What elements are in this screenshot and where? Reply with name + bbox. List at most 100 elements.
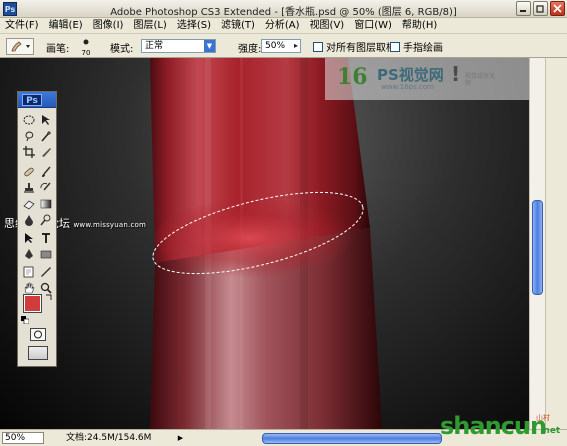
healing-brush-tool[interactable] (21, 164, 36, 179)
dodge-tool[interactable] (38, 212, 53, 227)
status-menu-arrow-icon[interactable]: ▶ (176, 432, 185, 444)
finger-painting-checkbox[interactable]: 手指绘画 (390, 39, 443, 54)
gradient-tool[interactable] (38, 196, 53, 211)
options-bar: 画笔: 70 模式: 正常 ▼ 强度: 50% ▸ 对所有图层取样 手指绘画 (0, 34, 567, 58)
menu-file[interactable]: 文件(F) (0, 18, 44, 34)
eyedropper-tool[interactable] (38, 264, 53, 279)
menu-layer[interactable]: 图层(L) (128, 18, 171, 34)
menu-image[interactable]: 图像(I) (88, 18, 129, 34)
document-size-info[interactable]: 文档:24.5M/154.6M (66, 433, 151, 444)
menu-analysis[interactable]: 分析(A) (260, 18, 305, 34)
mode-select[interactable]: 正常 ▼ (141, 39, 216, 53)
vertical-scroll-thumb[interactable] (532, 200, 543, 295)
ellipse-marquee-icon (23, 115, 34, 124)
menu-edit[interactable]: 编辑(E) (44, 18, 88, 34)
restore-button[interactable] (533, 1, 548, 16)
pen-tool[interactable] (21, 246, 36, 261)
shancun-logo-tag: 山村 (536, 414, 550, 422)
ps-logo: Ps (22, 94, 42, 106)
horizontal-scroll-thumb[interactable] (262, 433, 442, 444)
zoom-level-field[interactable]: 50% (2, 432, 44, 444)
smudge-finger-icon (11, 41, 30, 52)
dodge-icon (39, 214, 50, 225)
note-icon (23, 266, 33, 277)
document-canvas[interactable]: 16 PS视觉网 www.16ps.com ! 视觉成就无限 思缘设计论坛 ww… (0, 58, 529, 429)
eyedropper-icon (40, 266, 51, 277)
path-selection-tool[interactable] (21, 230, 36, 245)
brush-tool[interactable] (38, 164, 53, 179)
notes-tool[interactable] (21, 264, 36, 279)
magic-wand-icon (40, 130, 51, 141)
rectangle-shape-icon (40, 250, 51, 258)
strength-label: 强度: (238, 44, 262, 55)
slice-knife-icon (41, 147, 51, 157)
chevron-right-icon[interactable]: ▸ (294, 40, 298, 52)
checkbox-box[interactable] (390, 41, 400, 52)
menu-help[interactable]: 帮助(H) (397, 18, 442, 34)
gradient-icon (40, 199, 51, 208)
menu-window[interactable]: 窗口(W) (349, 18, 397, 34)
close-icon (553, 4, 562, 13)
title-bar: Ps Adobe Photoshop CS3 Extended - [香水瓶.p… (0, 0, 567, 18)
hand-icon (24, 282, 34, 293)
type-t-icon (41, 232, 50, 243)
lasso-tool[interactable] (21, 128, 36, 143)
close-button[interactable] (550, 1, 565, 16)
magic-wand-tool[interactable] (38, 128, 53, 143)
strength-input[interactable]: 50% ▸ (261, 39, 301, 53)
watermark-name: PS视觉网 (377, 66, 444, 84)
move-tool[interactable] (38, 112, 53, 127)
pen-nib-icon (24, 248, 33, 259)
toolbox-header[interactable]: Ps (18, 92, 56, 108)
chevron-down-icon: ▼ (204, 40, 215, 52)
vertical-scrollbar[interactable] (529, 58, 545, 429)
quick-mask-button[interactable] (30, 328, 46, 341)
shancun-logo: shancun 山村 .net (440, 406, 567, 446)
checkbox-box[interactable] (313, 41, 323, 52)
minimize-button[interactable] (516, 1, 531, 16)
watermark-exclamation: ! (451, 62, 461, 86)
shancun-logo-text: shancun (440, 412, 547, 440)
brush-dot-icon (83, 39, 89, 45)
clone-stamp-tool[interactable] (21, 180, 36, 195)
water-drop-icon (24, 214, 33, 226)
crop-icon (22, 145, 35, 158)
strength-value: 50% (265, 41, 286, 51)
watermark-url: www.16ps.com (381, 83, 434, 91)
crop-tool[interactable] (21, 144, 36, 159)
foreground-color-swatch[interactable] (23, 294, 42, 313)
bandage-icon (23, 167, 34, 176)
menu-select[interactable]: 选择(S) (172, 18, 216, 34)
panel-dock-strip (545, 58, 567, 429)
screen-mode-button[interactable] (28, 346, 48, 360)
restore-icon (536, 5, 544, 13)
quick-mask-icon (34, 330, 42, 339)
perfume-bottle-artwork (150, 58, 382, 429)
slice-tool[interactable] (38, 144, 53, 159)
sample-all-layers-checkbox[interactable]: 对所有图层取样 (313, 39, 396, 54)
brush-icon (41, 166, 51, 177)
hand-tool[interactable] (21, 280, 36, 295)
mode-label: 模式: (110, 44, 134, 55)
mode-select-value: 正常 (145, 41, 164, 51)
ps-watermark: 16 PS视觉网 www.16ps.com ! 视觉成就无限 (325, 58, 529, 100)
tool-preset-picker[interactable] (6, 38, 34, 55)
history-brush-icon (39, 182, 51, 190)
blur-tool[interactable] (21, 212, 36, 227)
rectangle-tool[interactable] (38, 246, 53, 261)
swap-colors-icon[interactable] (45, 291, 54, 304)
menu-view[interactable]: 视图(V) (305, 18, 350, 34)
lasso-icon (25, 131, 33, 141)
brush-size-value: 70 (81, 49, 91, 57)
watermark-slogan: 视觉成就无限 (465, 73, 496, 87)
eraser-tool[interactable] (21, 196, 36, 211)
marquee-tool[interactable] (21, 112, 36, 127)
finger-painting-label: 手指绘画 (403, 43, 443, 54)
default-colors-icon[interactable] (21, 314, 30, 327)
brush-preset-picker[interactable]: 70 (74, 37, 98, 57)
menu-filter[interactable]: 滤镜(T) (216, 18, 260, 34)
history-brush-tool[interactable] (38, 180, 53, 195)
brush-label: 画笔: (46, 44, 70, 55)
type-tool[interactable] (38, 230, 53, 245)
eraser-icon (22, 199, 35, 210)
